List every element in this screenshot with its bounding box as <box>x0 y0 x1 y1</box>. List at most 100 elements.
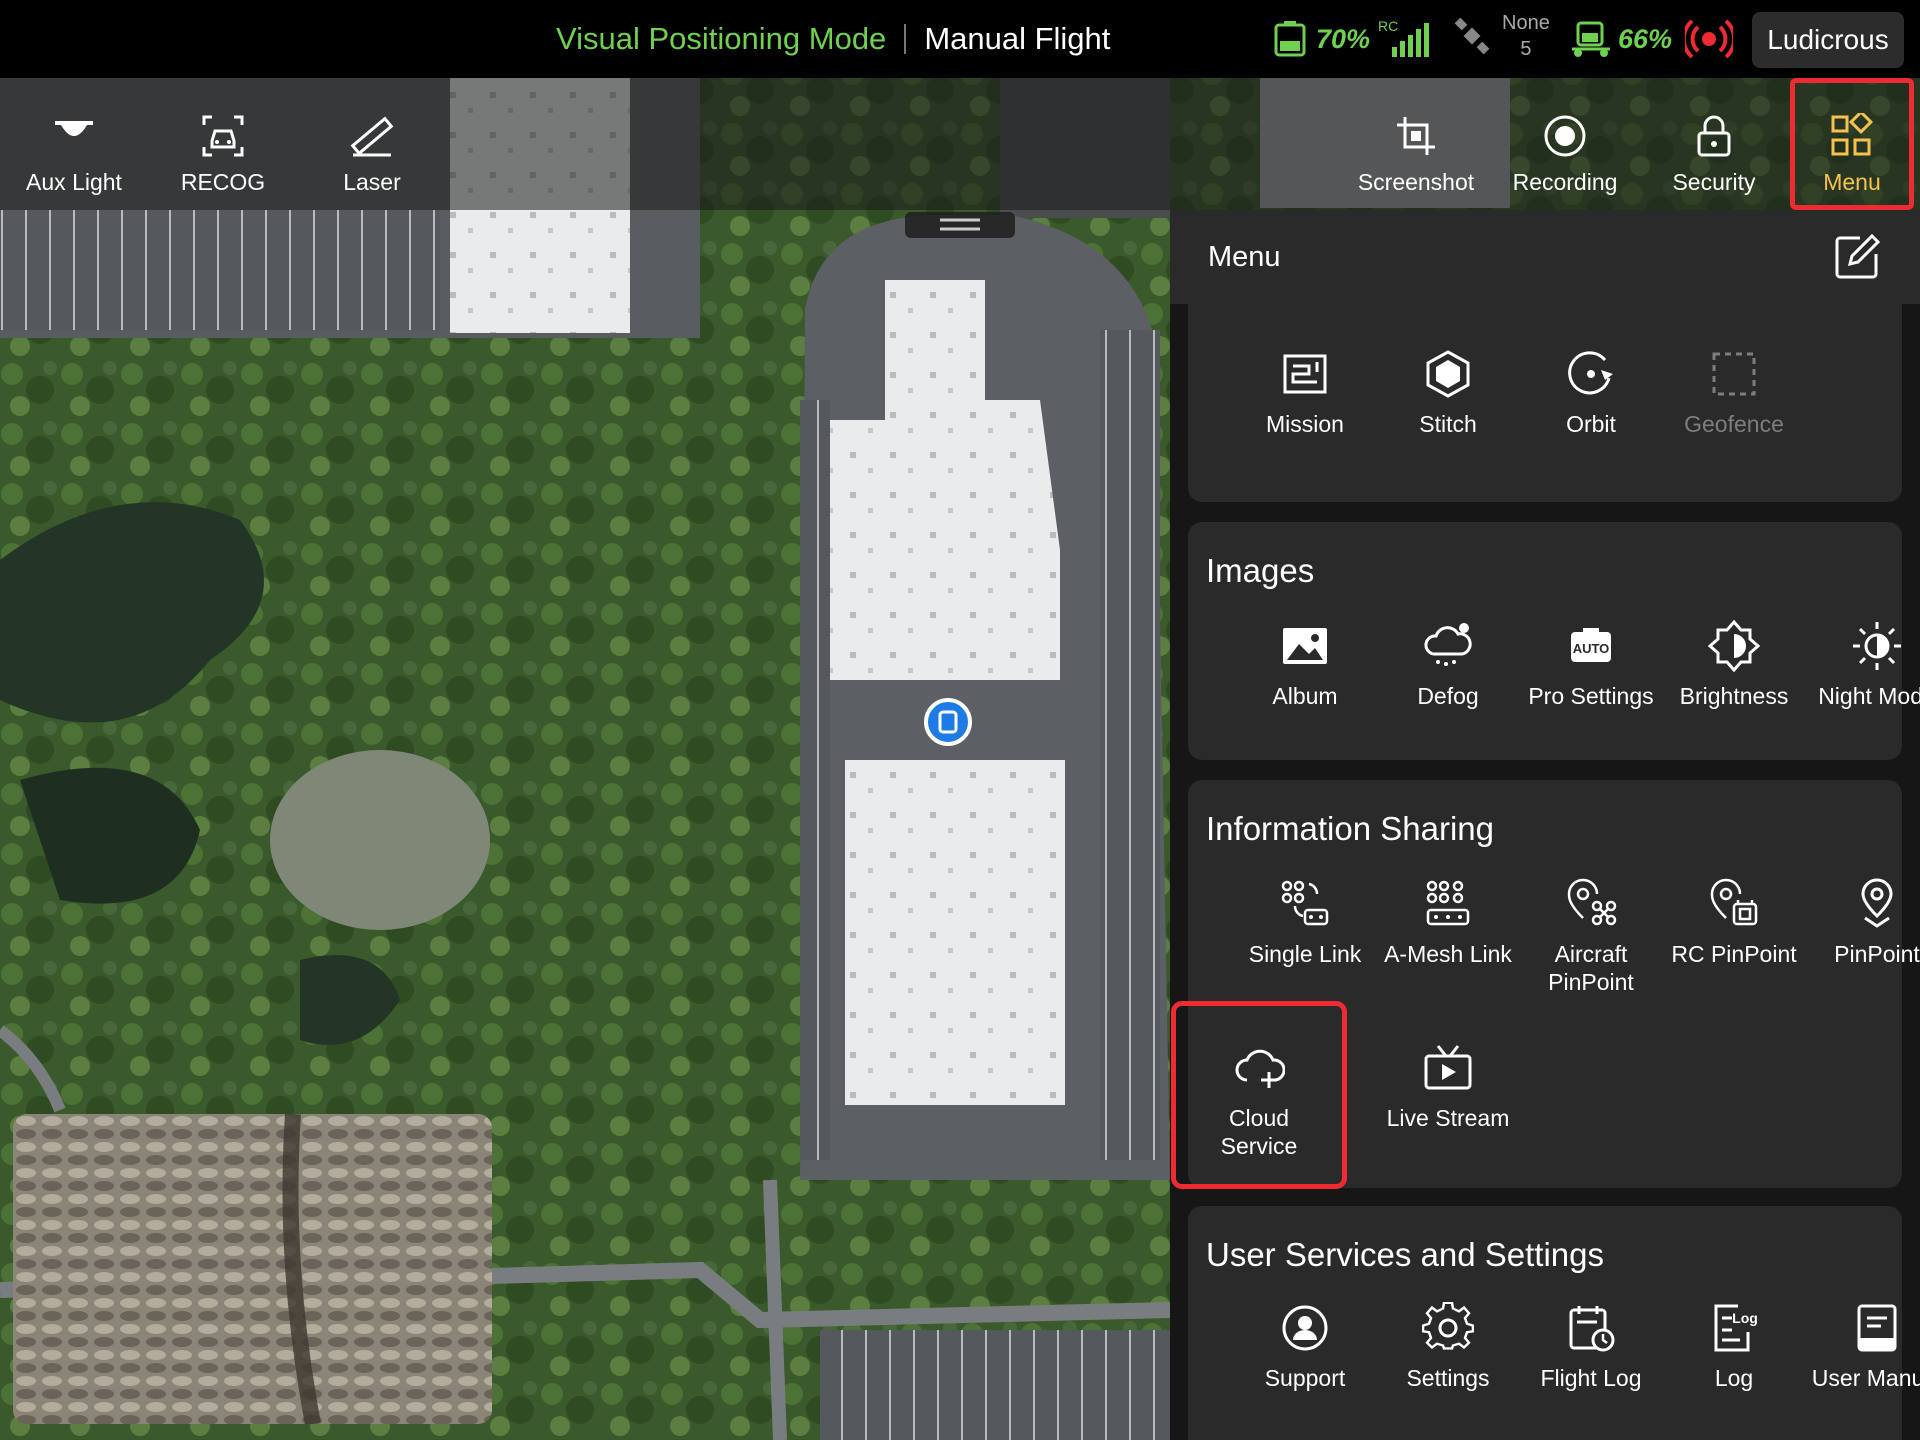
status-divider <box>904 24 907 54</box>
aux-light-icon <box>55 121 93 136</box>
cloud-service-label-line1: Cloud <box>1228 1105 1290 1131</box>
recog-label: RECOG <box>180 169 266 195</box>
orbit-button[interactable]: Orbit <box>1520 348 1662 438</box>
lock-icon <box>1697 115 1731 157</box>
settings-button[interactable]: Settings <box>1377 1302 1519 1392</box>
rc-pinpoint-label: RC PinPoint <box>1671 941 1797 967</box>
aux-light-button[interactable]: Aux Light <box>4 78 144 210</box>
mesh-link-icon <box>1426 880 1470 926</box>
security-button[interactable]: Security <box>1644 78 1784 210</box>
speed-mode-button[interactable]: Ludicrous <box>1752 12 1904 68</box>
gnss-status-text: None <box>1502 12 1550 34</box>
menu-section-flight-tools: Mission Stitch Orbit Geofence <box>1188 304 1902 502</box>
live-stream-icon <box>1424 1045 1472 1090</box>
satellite-count: 5 <box>1520 38 1532 60</box>
menu-panel: Menu Mission Stitch Orbit Geofence Image… <box>1170 210 1920 1440</box>
screenshot-crop-icon <box>1397 117 1435 155</box>
menu-section-user-services: User Services and Settings Support Setti… <box>1188 1206 1920 1440</box>
geofence-icon <box>1712 352 1756 396</box>
rc-signal[interactable]: RC <box>1378 0 1430 78</box>
menu-section-images: Images Album Defog AUTO Pro Settings Bri… <box>1188 522 1920 760</box>
pinpoint-icon <box>1861 878 1893 928</box>
pro-settings-label: Pro Settings <box>1528 683 1654 709</box>
flight-toolbar: Aux Light RECOG Laser Screenshot Recordi… <box>0 78 1920 210</box>
brightness-icon <box>1708 620 1760 672</box>
laser-ruler-icon <box>350 116 394 157</box>
defog-button[interactable]: Defog <box>1377 620 1519 710</box>
laser-button[interactable]: Laser <box>302 78 442 210</box>
aircraft-pinpoint-label: Aircraft PinPoint <box>1548 940 1634 996</box>
gnss-status[interactable]: None 5 <box>1452 10 1550 62</box>
auto-icon: AUTO <box>1571 628 1611 662</box>
map-drag-handle <box>905 212 1015 238</box>
live-stream-label: Live Stream <box>1386 1105 1510 1131</box>
record-icon <box>1544 115 1586 157</box>
aircraft-position-marker <box>924 698 972 746</box>
menu-section-information-sharing: Information Sharing Single Link A-Mesh L… <box>1171 780 1920 1189</box>
menu-panel-title: Menu <box>1208 240 1281 273</box>
menu-label: Menu <box>1823 169 1881 195</box>
rc-pinpoint-button[interactable]: RC PinPoint <box>1663 878 1805 968</box>
menu-button[interactable]: Menu <box>1790 78 1914 210</box>
stitch-icon <box>1426 350 1470 398</box>
camera-preview-pip[interactable] <box>13 1114 492 1424</box>
flight-mode[interactable]: Manual Flight <box>924 21 1110 57</box>
cloud-service-button[interactable]: Cloud Service <box>1171 1001 1347 1189</box>
brightness-button[interactable]: Brightness <box>1663 620 1805 710</box>
single-link-icon <box>1281 880 1329 926</box>
aux-light-label: Aux Light <box>26 169 122 195</box>
screenshot-label: Screenshot <box>1357 169 1475 195</box>
album-button[interactable]: Album <box>1234 620 1376 710</box>
geofence-button[interactable]: Geofence <box>1663 348 1805 438</box>
defog-label: Defog <box>1417 683 1479 709</box>
support-button[interactable]: Support <box>1234 1302 1376 1392</box>
album-label: Album <box>1272 683 1338 709</box>
cloud-service-label: Cloud Service <box>1221 1104 1298 1160</box>
security-label: Security <box>1672 169 1756 195</box>
status-bar: Visual Positioning Mode Manual Flight 70… <box>0 0 1920 78</box>
recording-button[interactable]: Recording <box>1495 78 1635 210</box>
alert-indicator[interactable] <box>1685 0 1733 78</box>
laser-label: Laser <box>343 169 401 195</box>
cloud-service-icon <box>1235 1049 1285 1088</box>
positioning-mode[interactable]: Visual Positioning Mode <box>556 21 886 57</box>
rc-label: RC <box>1378 18 1398 34</box>
a-mesh-link-label: A-Mesh Link <box>1384 941 1512 967</box>
mission-button[interactable]: Mission <box>1234 348 1376 438</box>
aircraft-battery-icon <box>1572 21 1610 57</box>
stitch-button[interactable]: Stitch <box>1377 348 1519 438</box>
geofence-label: Geofence <box>1684 411 1784 437</box>
live-stream-button[interactable]: Live Stream <box>1377 1042 1519 1132</box>
aircraft-battery[interactable]: 66% <box>1570 0 1672 78</box>
grid-menu-icon <box>1831 113 1874 156</box>
aircraft-pinpoint-label-line2: PinPoint <box>1548 969 1634 995</box>
user-manual-icon <box>1857 1304 1897 1352</box>
cloud-service-label-line2: Service <box>1220 1133 1298 1159</box>
mission-icon <box>1283 354 1327 394</box>
recog-button[interactable]: RECOG <box>153 78 293 210</box>
aircraft-battery-percent: 66% <box>1618 23 1673 54</box>
aircraft-pinpoint-button[interactable]: Aircraft PinPoint <box>1520 878 1662 996</box>
rc-battery[interactable]: 70% <box>1270 0 1370 78</box>
signal-alert-icon <box>1685 19 1733 59</box>
a-mesh-link-button[interactable]: A-Mesh Link <box>1377 878 1519 968</box>
screenshot-button[interactable]: Screenshot <box>1346 78 1486 210</box>
edit-icon[interactable] <box>1832 232 1882 282</box>
information-sharing-section-title: Information Sharing <box>1206 810 1494 847</box>
log-label: Log <box>1714 1365 1754 1391</box>
aircraft-pinpoint-label-line1: Aircraft <box>1554 941 1628 967</box>
pro-settings-button[interactable]: AUTO Pro Settings <box>1520 620 1662 710</box>
rc-battery-percent: 70% <box>1316 23 1371 54</box>
user-manual-button[interactable]: User Manual <box>1806 1302 1920 1392</box>
rc-battery-icon <box>1274 21 1306 57</box>
night-mode-button[interactable]: Night Mode <box>1806 620 1920 710</box>
log-button[interactable]: Log Log <box>1663 1302 1805 1392</box>
satellite-icon <box>1454 17 1490 55</box>
single-link-label: Single Link <box>1248 941 1362 967</box>
single-link-button[interactable]: Single Link <box>1234 878 1376 968</box>
pinpoint-label: PinPoint <box>1834 941 1920 967</box>
pinpoint-button[interactable]: PinPoint <box>1806 878 1920 968</box>
user-services-section-title: User Services and Settings <box>1206 1236 1605 1273</box>
flight-log-button[interactable]: Flight Log <box>1520 1302 1662 1392</box>
flight-log-icon <box>1569 1306 1615 1352</box>
